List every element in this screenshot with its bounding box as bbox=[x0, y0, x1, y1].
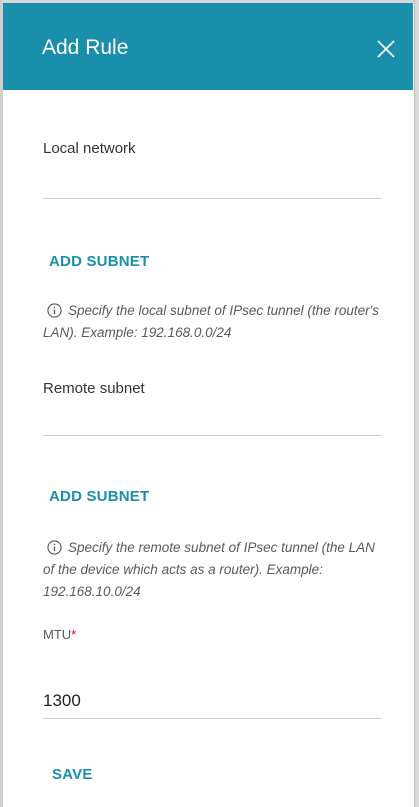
required-marker: * bbox=[71, 627, 77, 642]
local-network-underline bbox=[43, 198, 382, 199]
remote-subnet-hint: Specify the remote subnet of IPsec tunne… bbox=[43, 537, 388, 603]
remote-subnet-input[interactable] bbox=[43, 407, 382, 433]
info-icon bbox=[47, 303, 62, 318]
local-subnet-hint: Specify the local subnet of IPsec tunnel… bbox=[43, 300, 388, 344]
save-button[interactable]: SAVE bbox=[52, 766, 93, 784]
local-network-label: Local network bbox=[43, 140, 136, 157]
mtu-label: MTU* bbox=[43, 627, 76, 643]
close-button[interactable] bbox=[375, 38, 397, 60]
dialog-title: Add Rule bbox=[42, 36, 129, 59]
right-scrollbar[interactable] bbox=[414, 0, 419, 807]
add-remote-subnet-button[interactable]: ADD SUBNET bbox=[49, 488, 149, 506]
remote-subnet-hint-text: Specify the remote subnet of IPsec tunne… bbox=[43, 540, 375, 599]
left-edge bbox=[0, 0, 3, 807]
mtu-input[interactable] bbox=[43, 688, 382, 714]
dialog-header: Add Rule bbox=[3, 3, 413, 90]
remote-subnet-label: Remote subnet bbox=[43, 380, 145, 397]
remote-subnet-underline bbox=[43, 435, 382, 436]
close-icon bbox=[377, 40, 395, 58]
local-subnet-hint-text: Specify the local subnet of IPsec tunnel… bbox=[43, 303, 380, 340]
add-rule-dialog: Add Rule Local network ADD SUBNET Specif… bbox=[0, 0, 419, 807]
local-network-input[interactable] bbox=[43, 170, 382, 196]
mtu-underline bbox=[43, 718, 382, 719]
mtu-label-text: MTU bbox=[43, 627, 72, 642]
info-icon bbox=[47, 540, 62, 555]
add-local-subnet-button[interactable]: ADD SUBNET bbox=[49, 253, 149, 271]
